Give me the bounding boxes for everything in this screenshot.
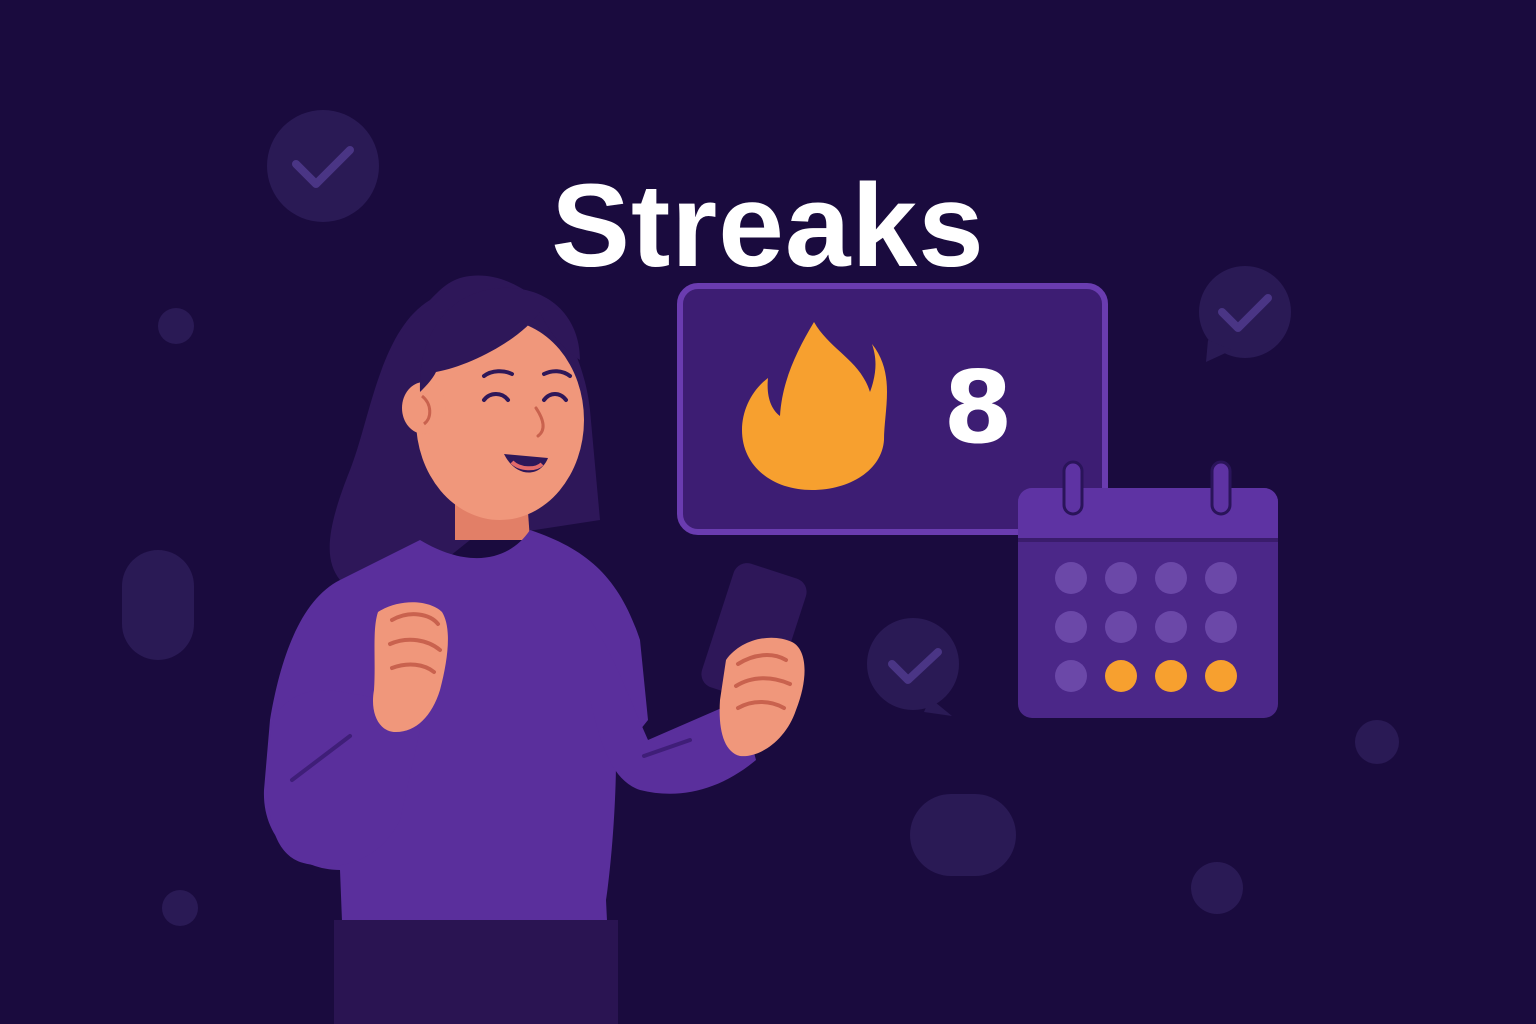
check-bubble-icon (867, 618, 959, 716)
streaks-illustration: Streaks 8 (0, 0, 1536, 1024)
calendar-day (1155, 611, 1187, 643)
calendar-day (1155, 562, 1187, 594)
calendar-icon (1018, 460, 1278, 718)
calendar-day (1205, 562, 1237, 594)
streak-count: 8 (943, 349, 1013, 466)
page-title: Streaks (551, 160, 985, 293)
calendar-day (1205, 611, 1237, 643)
calendar-day (1055, 660, 1087, 692)
calendar-day-completed (1105, 660, 1137, 692)
calendar-day (1055, 611, 1087, 643)
illustration-canvas (122, 110, 1399, 1024)
calendar-day-completed (1155, 660, 1187, 692)
calendar-day-completed (1205, 660, 1237, 692)
calendar-day (1055, 562, 1087, 594)
calendar-day (1105, 562, 1137, 594)
calendar-day (1105, 611, 1137, 643)
